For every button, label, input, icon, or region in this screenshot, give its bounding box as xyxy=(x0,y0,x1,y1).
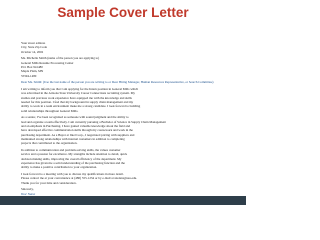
paragraph-1: I am writing to inform you that I am app… xyxy=(21,87,233,113)
salutation-line: Dear Ms. Smith: (Use the last name of th… xyxy=(21,80,214,85)
footer-bar xyxy=(0,196,246,205)
paragraph-3: In addition to communication and problem… xyxy=(21,148,233,169)
sender-address: Your street address City, State Zip Code… xyxy=(21,41,233,54)
recipient-address: Ms. Michelle Smith (name of the person y… xyxy=(21,56,233,77)
paragraph-2: As a senior, I've been recognized as som… xyxy=(21,115,233,145)
page-title: Sample Cover Letter xyxy=(57,5,189,20)
letter-body: Your street address City, State Zip Code… xyxy=(21,41,233,200)
paragraph-4: I look forward to a meeting with you to … xyxy=(21,172,233,185)
salutation: Dear Ms. Smith: (Use the last name of th… xyxy=(21,80,233,84)
